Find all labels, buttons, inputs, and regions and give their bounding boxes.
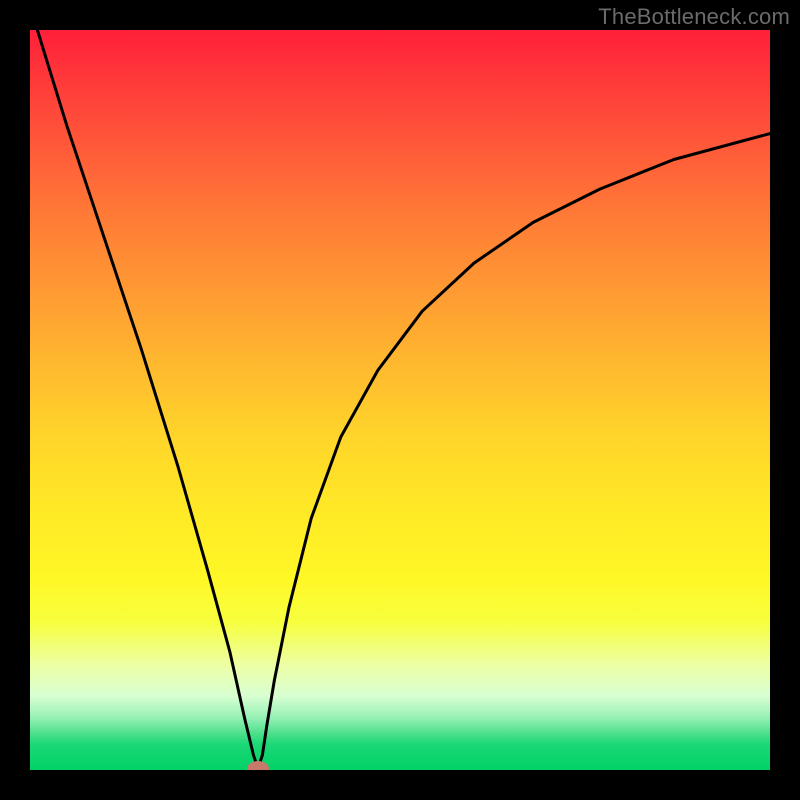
- chart-frame: TheBottleneck.com: [0, 0, 800, 800]
- bottleneck-curve: [37, 30, 770, 769]
- marker-dot: [247, 761, 269, 770]
- plot-area: [30, 30, 770, 770]
- curve-layer: [30, 30, 770, 770]
- watermark-text: TheBottleneck.com: [598, 4, 790, 30]
